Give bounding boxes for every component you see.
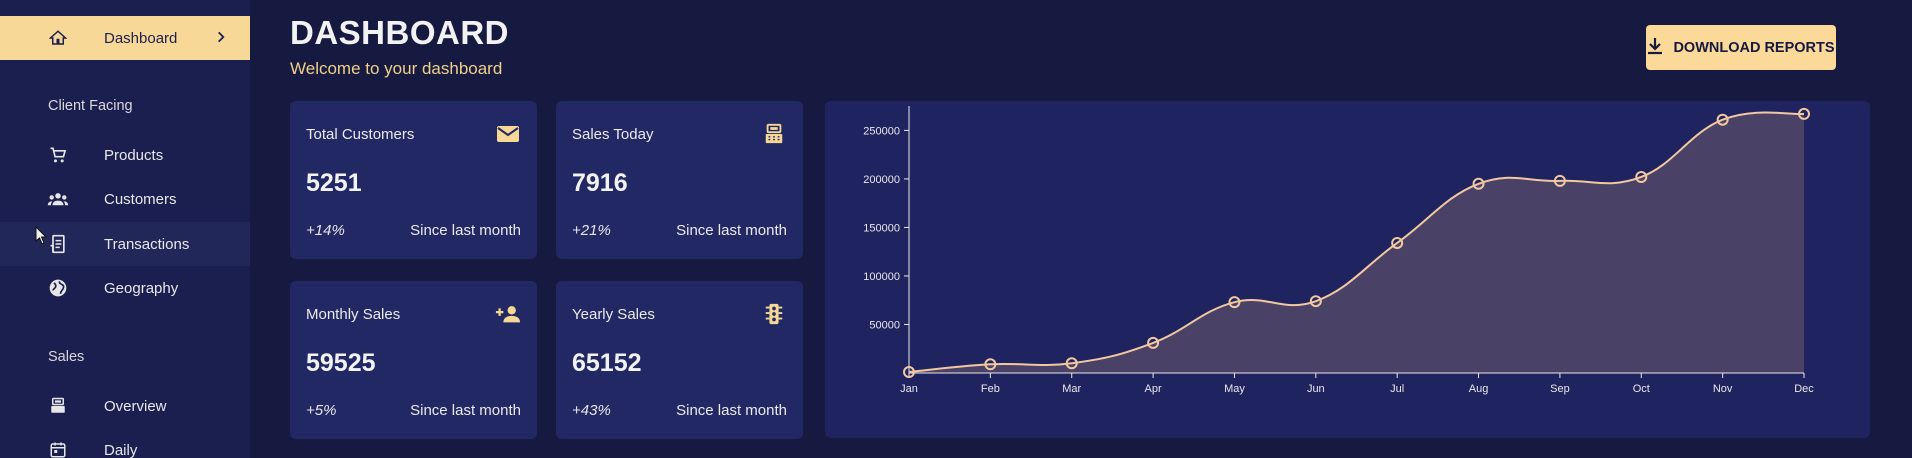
stat-card-title: Sales Today xyxy=(572,126,654,143)
traffic-icon xyxy=(761,301,787,327)
stat-card-change: +43% xyxy=(572,402,611,419)
receipt-icon xyxy=(47,233,69,255)
x-tick-label: Aug xyxy=(1469,383,1489,395)
x-tick-label: Dec xyxy=(1794,383,1814,395)
y-tick-label: 150000 xyxy=(863,222,900,234)
sidebar-item-dashboard[interactable]: Dashboard xyxy=(0,16,250,60)
stat-card-change: +5% xyxy=(306,402,337,419)
x-tick-label: Jun xyxy=(1307,383,1325,395)
page-title: DASHBOARD xyxy=(290,14,509,51)
sidebar-item-label: Products xyxy=(104,146,164,164)
section-heading-client-facing: Client Facing xyxy=(48,98,133,114)
stat-card-title: Yearly Sales xyxy=(572,306,655,323)
stat-card-total-customers: Total Customers 5251 +14% Since last mon… xyxy=(290,101,537,259)
download-reports-button[interactable]: DOWNLOAD REPORTS xyxy=(1646,25,1836,70)
chart-area-fill xyxy=(909,112,1804,373)
email-icon xyxy=(495,121,521,147)
sidebar-item-label: Dashboard xyxy=(104,29,178,47)
x-tick-label: Feb xyxy=(981,383,1000,395)
x-tick-label: Oct xyxy=(1633,383,1650,395)
stat-card-change: +14% xyxy=(306,222,345,239)
x-tick-label: May xyxy=(1224,383,1245,395)
calendar-icon xyxy=(47,439,69,458)
mouse-cursor-icon xyxy=(34,225,48,251)
stat-card-value: 59525 xyxy=(306,349,376,377)
y-tick-label: 50000 xyxy=(869,319,900,331)
home-icon xyxy=(47,27,69,49)
sidebar: Dashboard Client Facing Products Custome… xyxy=(0,0,250,458)
x-tick-label: Apr xyxy=(1145,383,1162,395)
sidebar-item-customers[interactable]: Customers xyxy=(0,177,250,221)
stat-card-since: Since last month xyxy=(676,402,787,419)
sidebar-item-label: Customers xyxy=(104,190,177,208)
x-tick-label: Sep xyxy=(1550,383,1570,395)
sidebar-item-daily[interactable]: Daily xyxy=(0,428,250,458)
stat-card-since: Since last month xyxy=(676,222,787,239)
sidebar-item-label: Overview xyxy=(104,397,167,415)
stat-card-sales-today: Sales Today 7916 +21% Since last month xyxy=(556,101,803,259)
sidebar-item-label: Daily xyxy=(104,441,138,458)
x-tick-label: Jan xyxy=(900,383,918,395)
point-of-sale-icon xyxy=(47,395,69,417)
y-tick-label: 200000 xyxy=(863,174,900,186)
stat-card-yearly-sales: Yearly Sales 65152 +43% Since last month xyxy=(556,281,803,439)
stat-card-since: Since last month xyxy=(410,222,521,239)
stat-card-value: 7916 xyxy=(572,169,628,197)
person-add-icon xyxy=(495,301,521,327)
shopping-cart-icon xyxy=(47,144,69,166)
stat-card-title: Monthly Sales xyxy=(306,306,401,323)
groups-icon xyxy=(47,188,69,210)
chevron-right-icon xyxy=(214,28,228,49)
section-heading-sales: Sales xyxy=(48,349,85,365)
download-reports-label: DOWNLOAD REPORTS xyxy=(1673,39,1835,56)
stat-card-value: 5251 xyxy=(306,169,362,197)
stat-card-change: +21% xyxy=(572,222,611,239)
globe-icon xyxy=(47,277,69,299)
download-icon xyxy=(1647,37,1663,59)
sidebar-item-label: Geography xyxy=(104,279,179,297)
sales-chart-card: 50000 100000 150000 200000 250000 Jan Feb Mar Ap… xyxy=(825,101,1870,438)
y-tick-label: 250000 xyxy=(863,125,900,137)
x-tick-label: Nov xyxy=(1713,383,1733,395)
stat-card-title: Total Customers xyxy=(306,126,415,143)
x-tick-label: Mar xyxy=(1062,383,1081,395)
y-tick-label: 100000 xyxy=(863,271,900,283)
sidebar-item-geography[interactable]: Geography xyxy=(0,266,250,310)
sidebar-item-overview[interactable]: Overview xyxy=(0,384,250,428)
sidebar-item-label: Transactions xyxy=(104,235,190,253)
point-of-sale-icon xyxy=(761,121,787,147)
page-subtitle: Welcome to your dashboard xyxy=(290,59,503,78)
stat-card-monthly-sales: Monthly Sales 59525 +5% Since last month xyxy=(290,281,537,439)
sales-line-chart: 50000 100000 150000 200000 250000 Jan Feb Mar Ap… xyxy=(863,106,1814,395)
stat-card-value: 65152 xyxy=(572,349,642,377)
stat-card-since: Since last month xyxy=(410,402,521,419)
sidebar-item-transactions[interactable]: Transactions xyxy=(0,222,250,266)
x-tick-label: Jul xyxy=(1390,383,1404,395)
sidebar-item-products[interactable]: Products xyxy=(0,133,250,177)
